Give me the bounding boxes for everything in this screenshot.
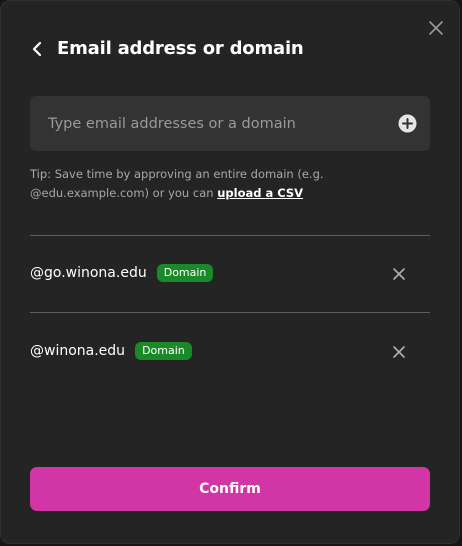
domain-row: @go.winona.edu Domain [30, 261, 430, 285]
email-domain-dialog: Email address or domain Tip: Save time b… [0, 0, 460, 544]
close-icon[interactable] [427, 19, 445, 37]
remove-x-icon[interactable] [392, 266, 406, 280]
confirm-button[interactable]: Confirm [30, 467, 430, 511]
domain-badge: Domain [156, 264, 214, 282]
chevron-left-icon[interactable] [31, 39, 45, 59]
divider [30, 235, 430, 236]
email-domain-input[interactable] [30, 96, 398, 151]
domain-row: @winona.edu Domain [30, 339, 430, 363]
domain-address: @go.winona.edu [30, 265, 147, 281]
email-domain-input-wrapper [30, 96, 430, 151]
remove-x-icon[interactable] [392, 344, 406, 358]
divider [30, 312, 430, 313]
domain-address: @winona.edu [30, 343, 126, 359]
upload-csv-link[interactable]: upload a CSV [217, 186, 303, 200]
tip-text: Tip: Save time by approving an entire do… [30, 165, 360, 203]
dialog-header: Email address or domain [31, 38, 304, 59]
plus-circle-icon[interactable] [398, 114, 417, 133]
page-title: Email address or domain [57, 38, 304, 59]
domain-badge: Domain [135, 342, 192, 360]
